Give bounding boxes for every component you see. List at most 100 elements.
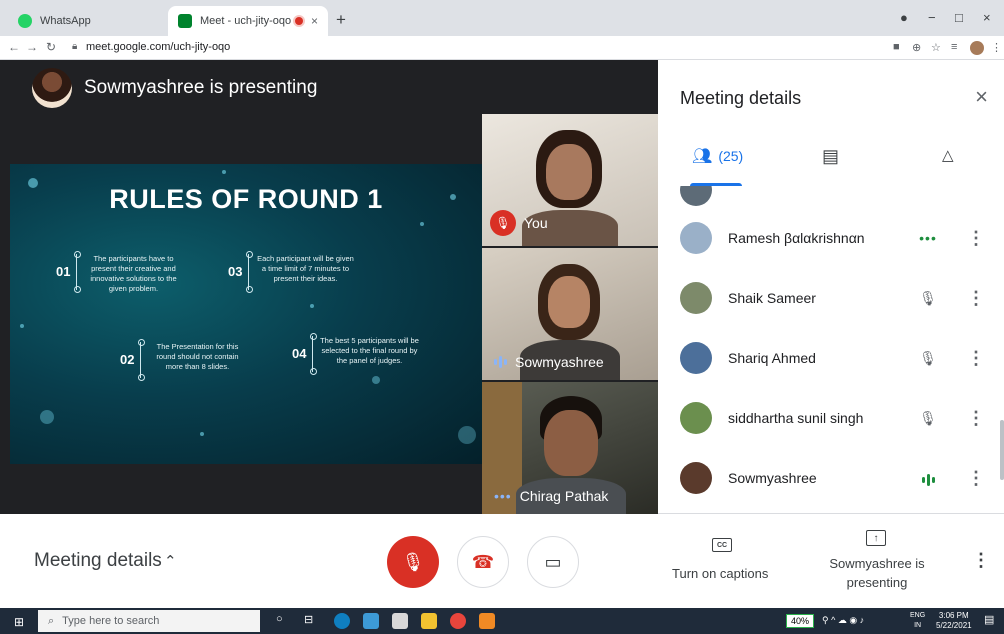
task-view-icon[interactable]: ⊟ [304,613,320,629]
edge-icon[interactable] [334,613,350,629]
file-explorer-icon[interactable] [421,613,437,629]
region-code: IN [914,622,922,629]
windows-start-icon[interactable]: ⊞ [14,615,24,629]
reading-list-icon[interactable]: ≡ [951,41,957,53]
present-screen-icon[interactable]: ↑ [866,530,886,546]
video-tile-chirag[interactable]: ••• Chirag Pathak [482,382,658,514]
maximize-button[interactable]: □ [955,10,963,25]
tab-meet[interactable]: Meet - uch-jity-oqo × [168,6,328,36]
more-options-button[interactable]: ⋮ [972,550,990,571]
mail-icon[interactable] [363,613,379,629]
app-icon[interactable] [479,613,495,629]
decor-dot [200,432,204,436]
rule-divider [138,339,146,381]
participant-face [544,410,598,476]
meet-icon [178,14,192,28]
list-item[interactable]: siddhartha sunil singh 🎙︎ ⋮ [658,388,1004,448]
avatar [680,186,712,206]
close-window-button[interactable]: × [983,10,991,25]
rule-divider [246,251,254,293]
decor-dot [310,304,314,308]
forward-icon[interactable]: → [26,40,38,54]
tab-activities[interactable]: △ [942,146,954,164]
video-tile-you[interactable]: 🎙︎ You [482,114,658,246]
battery-indicator[interactable]: 40% [786,614,815,628]
closed-captions-icon[interactable]: CC [712,538,732,552]
menu-kebab-icon[interactable]: ⋮ [991,41,1002,54]
close-panel-button[interactable]: × [975,84,988,110]
rule-item: 04 The best 5 participants will be selec… [292,333,419,375]
presenting-status[interactable]: Sowmyashree is presenting [824,554,930,592]
system-clock[interactable]: 3:06 PM 5/22/2021 [936,611,972,631]
participant-more-button[interactable]: ⋮ [948,228,1004,249]
tab-chat[interactable]: ▤ [822,146,839,167]
scrollbar[interactable] [1000,420,1004,480]
chevron-up-icon[interactable]: ⌃ [164,552,177,570]
leave-call-button[interactable]: ☎︎ [457,536,509,588]
tile-name: Chirag Pathak [519,488,609,504]
rule-item: 01 The participants have to present thei… [56,251,183,294]
decor-dot [222,170,226,174]
participant-more-button[interactable]: ⋮ [948,468,1004,489]
zoom-icon[interactable]: ⊕ [912,41,921,54]
list-item[interactable]: Ramesh βαlαkrishnαn ••• ⋮ [658,208,1004,268]
participant-more-button[interactable]: ⋮ [948,288,1004,309]
participant-name: Ramesh βαlαkrishnαn [728,230,865,246]
rule-divider [310,333,318,375]
camera-toggle-button[interactable]: ▭ [527,536,579,588]
rule-text: The Presentation for this round should n… [156,342,239,371]
participant-more-button[interactable]: ⋮ [948,348,1004,369]
taskbar-search[interactable]: ⌕ Type here to search [38,610,260,632]
notifications-icon[interactable]: ▤ [984,613,994,626]
profile-avatar[interactable] [970,41,984,55]
tray-icons[interactable]: ⚲ ^ ☁ ◉ ♪ [822,615,864,626]
cortana-icon[interactable]: ○ [276,613,292,629]
chat-icon: ▤ [822,146,840,166]
bookmark-star-icon[interactable]: ☆ [931,41,941,54]
presenter-banner: Sowmyashree is presenting [0,60,482,116]
decor-dot [40,410,54,424]
people-icon: 👥︎ [692,148,713,165]
participant-name: siddhartha sunil singh [728,410,864,426]
people-list: Ramesh βαlαkrishnαn ••• ⋮ Shaik Sameer 🎙… [658,186,1004,514]
tab-people[interactable]: 👥︎ (25) [692,146,743,166]
search-icon: ⌕ [48,614,55,627]
minimize-button[interactable]: − [928,10,936,25]
mic-off-icon: 🎙︎ [401,551,425,572]
captions-button[interactable]: Turn on captions [672,566,768,581]
back-icon[interactable]: ← [8,40,20,54]
meeting-controls-bar: Meeting details ⌃ 🎙︎ ☎︎ ▭ CC Turn on cap… [0,514,1004,608]
avatar [680,342,712,374]
rule-item: 02 The Presentation for this round shoul… [120,339,247,381]
list-item[interactable]: Sowmyashree ⋮ [658,448,1004,508]
whatsapp-icon [18,14,32,28]
activities-icon: △ [942,147,954,164]
store-icon[interactable] [392,613,408,629]
chrome-icon[interactable] [450,613,466,629]
participant-name: Sowmyashree [728,470,817,486]
url-field[interactable]: meet.google.com/uch-jity-oqo [86,41,230,53]
new-tab-button[interactable]: + [336,10,346,30]
avatar [680,282,712,314]
phone-hangup-icon: ☎︎ [471,551,495,572]
meeting-stage: Sowmyashree is presenting RULES OF ROUND… [0,60,658,514]
avatar [680,222,712,254]
language-indicator[interactable]: ENG IN [910,611,925,631]
tile-name: Sowmyashree [515,354,604,370]
os-taskbar: ⊞ ⌕ Type here to search ○ ⊟ 40% ⚲ ^ ☁ ◉ … [0,608,1004,634]
mic-toggle-button[interactable]: 🎙︎ [387,536,439,588]
video-tile-sowmyashree[interactable]: Sowmyashree [482,248,658,380]
meeting-details-button[interactable]: Meeting details [34,550,162,572]
lock-icon[interactable]: 🔒︎ [72,41,77,52]
profile-icon[interactable]: ● [900,10,908,25]
participant-more-button[interactable]: ⋮ [948,408,1004,429]
close-tab-icon[interactable]: × [311,14,318,28]
decor-dot [458,426,476,444]
participant-name: Shariq Ahmed [728,350,816,366]
avatar [32,68,72,108]
reload-icon[interactable]: ↻ [46,40,56,54]
list-item[interactable]: Shariq Ahmed 🎙︎ ⋮ [658,328,1004,388]
rule-text: Each participant will be given a time li… [257,254,354,283]
camera-in-use-icon[interactable]: ■ [893,41,900,53]
list-item[interactable]: Shaik Sameer 🎙︎ ⋮ [658,268,1004,328]
